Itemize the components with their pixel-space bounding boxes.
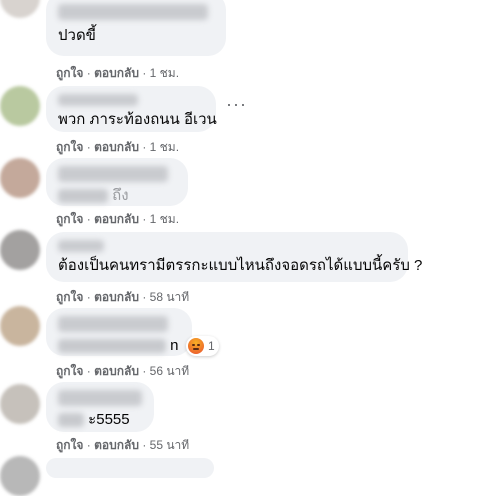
comment-actions: ถูกใจ · ตอบกลับ · 1 ชม. <box>56 138 179 157</box>
separator: · <box>142 364 147 378</box>
comment-bubble: ะ5555 <box>46 382 154 432</box>
comment-text: ะ5555 <box>58 410 142 429</box>
reaction-badge[interactable]: 1 <box>186 336 219 356</box>
more-options-button[interactable]: ··· <box>226 94 247 115</box>
separator: · <box>86 364 91 378</box>
avatar[interactable] <box>0 0 40 18</box>
comment-actions: ถูกใจ · ตอบกลับ · 58 นาที <box>56 288 189 307</box>
comment-actions: ถูกใจ · ตอบกลับ · 55 นาที <box>56 436 189 455</box>
comment-author-blurred[interactable] <box>58 316 168 332</box>
comment-time[interactable]: 1 ชม. <box>150 66 179 80</box>
comment-bubble <box>46 458 214 478</box>
comment-time[interactable]: 55 นาที <box>150 438 190 452</box>
comment-time[interactable]: 1 ชม. <box>150 212 179 226</box>
comment-bubble: ปวดขี้ <box>46 0 226 56</box>
comment-text-blurred <box>58 189 108 204</box>
separator: · <box>142 66 147 80</box>
avatar[interactable] <box>0 230 40 270</box>
avatar[interactable] <box>0 306 40 346</box>
separator: · <box>86 212 91 226</box>
reply-link[interactable]: ตอบกลับ <box>94 290 139 304</box>
comment-text-visible: ถึง <box>112 187 129 204</box>
reply-link[interactable]: ตอบกลับ <box>94 438 139 452</box>
comment-text: ปวดขี้ <box>58 27 96 44</box>
comment-text-blurred <box>58 413 84 428</box>
reply-link[interactable]: ตอบกลับ <box>94 66 139 80</box>
comment-author-blurred[interactable] <box>58 4 208 20</box>
comment-bubble: n <box>46 308 192 356</box>
comment-text: ถึง <box>58 186 176 205</box>
comment-time[interactable]: 56 นาที <box>150 364 190 378</box>
separator: · <box>86 290 91 304</box>
comment-bubble: ถึง <box>46 158 188 206</box>
comment-actions: ถูกใจ · ตอบกลับ · 1 ชม. <box>56 64 179 83</box>
reaction-count: 1 <box>208 339 215 353</box>
reply-link[interactable]: ตอบกลับ <box>94 140 139 154</box>
reply-link[interactable]: ตอบกลับ <box>94 364 139 378</box>
separator: · <box>142 290 147 304</box>
avatar[interactable] <box>0 384 40 424</box>
reply-link[interactable]: ตอบกลับ <box>94 212 139 226</box>
comment-text: พวก ภาระท้องถนน อีเวน <box>58 111 217 128</box>
comment-time[interactable]: 1 ชม. <box>150 140 179 154</box>
comment-author-blurred[interactable] <box>58 390 142 406</box>
comment-text-blurred <box>58 339 166 354</box>
comment-actions: ถูกใจ · ตอบกลับ · 56 นาที <box>56 362 189 381</box>
comment-text-visible: n <box>170 337 179 354</box>
comment-text-visible: ะ5555 <box>88 411 130 428</box>
like-link[interactable]: ถูกใจ <box>56 140 83 154</box>
separator: · <box>142 212 147 226</box>
separator: · <box>142 140 147 154</box>
avatar[interactable] <box>0 86 40 126</box>
comment-actions: ถูกใจ · ตอบกลับ · 1 ชม. <box>56 210 179 229</box>
like-link[interactable]: ถูกใจ <box>56 438 83 452</box>
comment-bubble: ต้องเป็นคนทรามีตรรกะแบบไหนถึงจอดรถได้แบบ… <box>46 232 423 282</box>
comment-author-blurred[interactable] <box>58 240 104 252</box>
comment-author-blurred[interactable] <box>58 166 168 182</box>
separator: · <box>86 438 91 452</box>
comment-text: n <box>58 336 180 355</box>
angry-reaction-icon <box>188 338 204 354</box>
separator: · <box>142 438 147 452</box>
separator: · <box>86 140 91 154</box>
avatar[interactable] <box>0 158 40 198</box>
comment-bubble: พวก ภาระท้องถนน อีเวน <box>46 86 217 132</box>
comment-time[interactable]: 58 นาที <box>150 290 190 304</box>
avatar[interactable] <box>0 456 40 496</box>
like-link[interactable]: ถูกใจ <box>56 66 83 80</box>
like-link[interactable]: ถูกใจ <box>56 290 83 304</box>
comment-text: ต้องเป็นคนทรามีตรรกะแบบไหนถึงจอดรถได้แบบ… <box>58 257 423 274</box>
like-link[interactable]: ถูกใจ <box>56 212 83 226</box>
comment-author-blurred[interactable] <box>58 94 138 106</box>
like-link[interactable]: ถูกใจ <box>56 364 83 378</box>
separator: · <box>86 66 91 80</box>
